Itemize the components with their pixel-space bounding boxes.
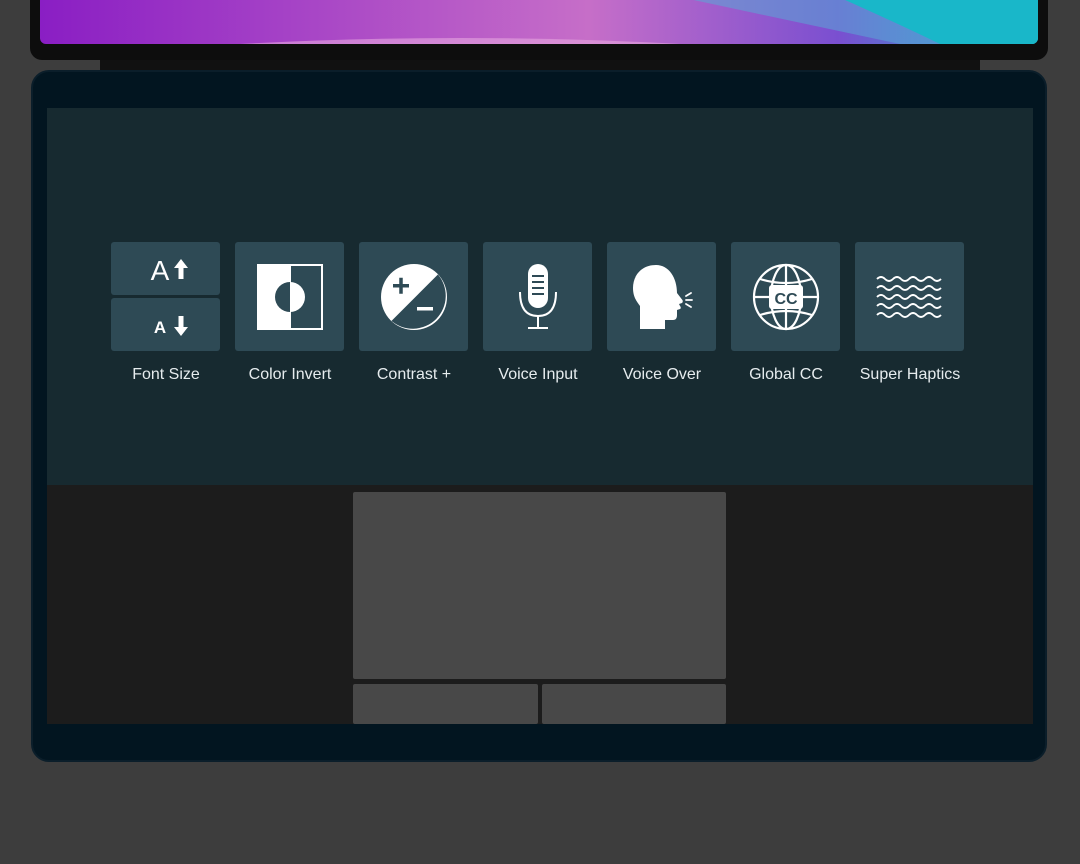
font-decrease-icon: A: [153, 315, 188, 337]
font-size-decrease-button[interactable]: A: [111, 298, 220, 351]
font-size-label: Font Size: [132, 366, 200, 383]
font-increase-icon: A: [150, 255, 188, 286]
contrast-icon: [380, 263, 447, 330]
svg-text:A: A: [150, 255, 169, 286]
global-cc-button[interactable]: CC: [731, 242, 840, 351]
voice-over-button[interactable]: [607, 242, 716, 351]
color-invert-label: Color Invert: [248, 366, 332, 383]
waves-icon: [875, 275, 942, 318]
globe-cc-icon: CC: [752, 263, 819, 330]
microphone-icon: [518, 263, 557, 329]
speaking-head-icon: [632, 264, 693, 329]
svg-text:A: A: [153, 318, 165, 337]
contrast-button[interactable]: [359, 242, 468, 351]
voice-over-label: Voice Over: [622, 366, 702, 383]
color-invert-icon: [256, 263, 323, 330]
font-size-increase-button[interactable]: A: [111, 242, 220, 295]
trackpad-left-button[interactable]: [353, 684, 538, 724]
laptop-screen-wallpaper: [40, 0, 1038, 44]
svg-text:CC: CC: [774, 291, 798, 308]
voice-input-button[interactable]: [483, 242, 592, 351]
global-cc-label: Global CC: [749, 366, 823, 383]
trackpad[interactable]: [353, 492, 726, 679]
super-haptics-label: Super Haptics: [859, 366, 961, 383]
voice-input-label: Voice Input: [498, 366, 578, 383]
contrast-label: Contrast +: [376, 366, 452, 383]
trackpad-right-button[interactable]: [542, 684, 726, 724]
color-invert-button[interactable]: [235, 242, 344, 351]
super-haptics-button[interactable]: [855, 242, 964, 351]
